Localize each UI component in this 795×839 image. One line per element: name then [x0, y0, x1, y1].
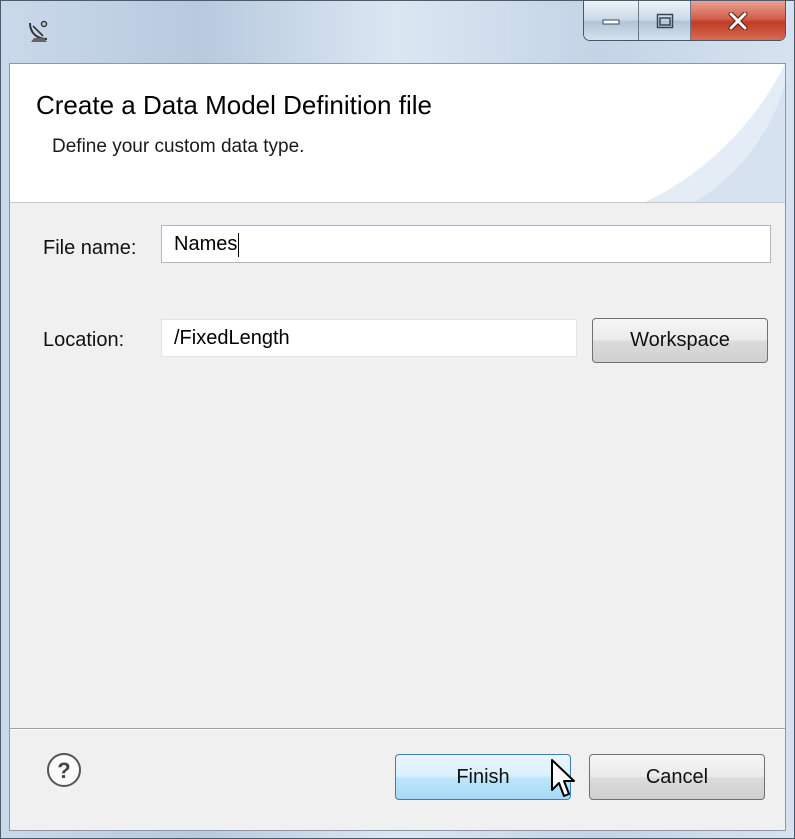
text-caret: [238, 232, 240, 257]
page-title: Create a Data Model Definition file: [36, 90, 432, 120]
header-banner-graphic: [645, 64, 785, 202]
cancel-button[interactable]: Cancel: [589, 754, 765, 800]
location-value: /FixedLength: [174, 327, 290, 349]
page-description: Define your custom data type.: [52, 136, 305, 157]
window-controls: [583, 1, 786, 41]
footer-separator: [10, 728, 785, 730]
workspace-button[interactable]: Workspace: [592, 318, 768, 363]
minimize-icon: [602, 19, 620, 24]
finish-button[interactable]: Finish: [395, 754, 571, 800]
maximize-icon: [656, 13, 673, 28]
title-bar[interactable]: [1, 1, 794, 63]
file-name-value: Names: [174, 233, 238, 255]
close-button[interactable]: [691, 1, 785, 40]
close-icon: [728, 11, 748, 30]
minimize-button[interactable]: [584, 1, 639, 40]
location-label: Location:: [43, 329, 125, 351]
location-field[interactable]: /FixedLength: [161, 319, 577, 357]
satellite-dish-icon: [29, 20, 48, 42]
dialog-window: Create a Data Model Definition file Defi…: [0, 0, 795, 839]
dialog-client-area: Create a Data Model Definition file Defi…: [9, 63, 786, 831]
wizard-header: Create a Data Model Definition file Defi…: [10, 64, 785, 203]
maximize-button[interactable]: [639, 1, 691, 40]
file-name-input[interactable]: Names: [161, 225, 771, 263]
file-name-label: File name:: [43, 237, 137, 259]
svg-text:?: ?: [57, 758, 70, 783]
help-icon[interactable]: ?: [46, 752, 82, 788]
